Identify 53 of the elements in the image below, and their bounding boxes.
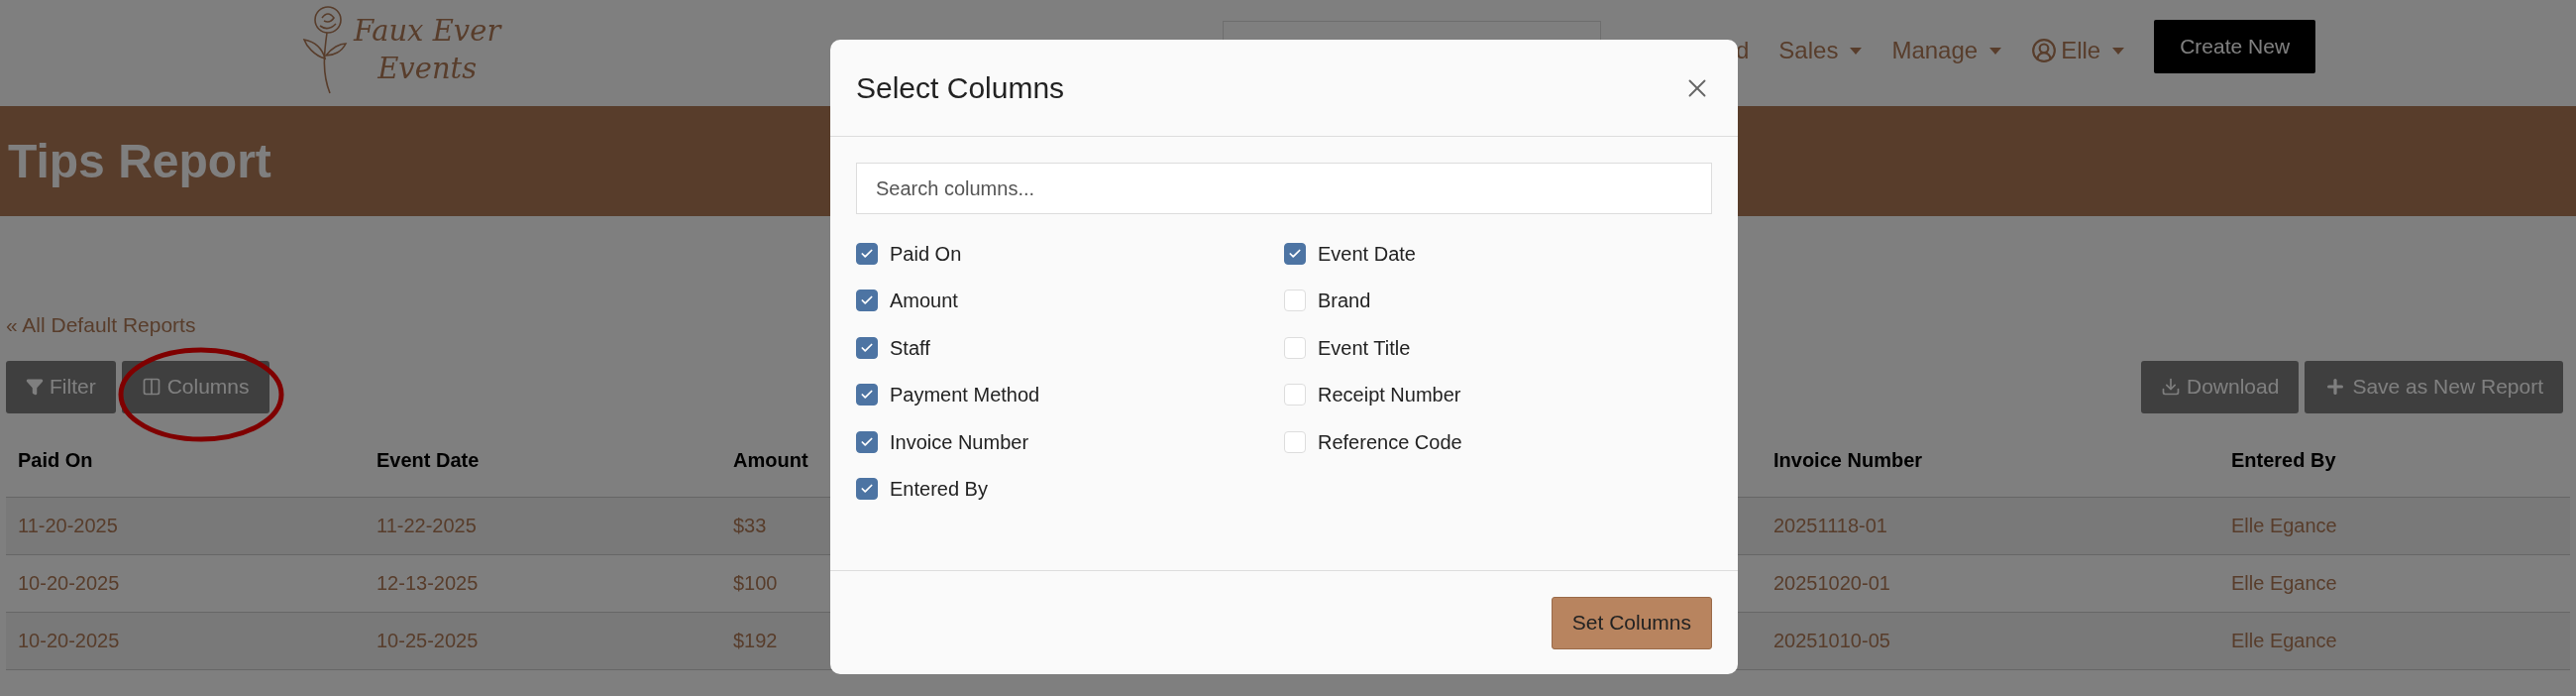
checkbox[interactable]	[856, 290, 878, 312]
caret-icon	[1850, 47, 1863, 55]
table-cell-text: 11-20-2025	[17, 514, 119, 538]
column-option[interactable]: Invoice Number	[856, 418, 1284, 466]
table-cell-text: 12-13-2025	[376, 571, 480, 596]
table-cell-text: Elle Egance	[2230, 514, 2338, 538]
table-cell-text: $192	[732, 629, 779, 653]
column-option[interactable]: Payment Method	[856, 371, 1284, 418]
column-option[interactable]: Staff	[856, 324, 1284, 372]
table-cell-text: Elle Egance	[2230, 629, 2338, 653]
download-icon	[2161, 377, 2181, 397]
set-columns-button[interactable]: Set Columns	[1551, 596, 1712, 649]
caret-icon	[2112, 47, 2125, 55]
checkbox[interactable]	[1284, 242, 1306, 265]
logo-text: Faux Ever	[354, 13, 501, 50]
table-cell-text: 20251010-05	[1772, 629, 1891, 653]
table-cell-text: 10-20-2025	[17, 629, 121, 653]
column-header: Invoice Number	[1772, 447, 1924, 473]
table-cell-text: $100	[732, 571, 779, 596]
table-cell-text: 20251118-01	[1772, 514, 1888, 538]
column-option[interactable]: Event Date	[1284, 230, 1712, 278]
column-header: Event Date	[376, 447, 481, 473]
page-title: Tips Report	[8, 133, 271, 189]
search-field[interactable]: Search columns...	[856, 163, 1712, 214]
column-option[interactable]: Entered By	[856, 465, 1284, 513]
column-option[interactable]: Amount	[856, 277, 1284, 324]
table-cell-text: 10-25-2025	[376, 629, 480, 653]
table-cell-text: 20251020-01	[1772, 571, 1891, 596]
create-new-button[interactable]: Create New	[2154, 20, 2316, 73]
table-cell-text: $33	[732, 514, 768, 538]
table-cell-text: Elle Egance	[2230, 571, 2338, 596]
table-cell-text: 10-20-2025	[17, 571, 121, 596]
column-option[interactable]: Brand	[1284, 277, 1712, 324]
checkbox[interactable]	[856, 430, 878, 453]
columns-icon	[141, 377, 161, 397]
rose-logo-icon	[300, 4, 350, 95]
column-option[interactable]: Reference Code	[1284, 418, 1712, 466]
checkbox[interactable]	[856, 384, 878, 406]
column-option[interactable]: Event Title	[1284, 324, 1712, 372]
checkbox[interactable]	[856, 336, 878, 359]
filter-icon	[26, 378, 44, 396]
checkbox[interactable]	[856, 478, 878, 501]
column-header: Amount	[732, 447, 809, 473]
column-header: Paid On	[17, 447, 94, 473]
modal-title: Select Columns	[856, 70, 1065, 106]
column-header: Entered By	[2230, 447, 2337, 473]
table-cell-text: 11-22-2025	[376, 514, 478, 538]
column-option[interactable]: Paid On	[856, 230, 1284, 278]
column-option[interactable]: Receipt Number	[1284, 371, 1712, 418]
logo-text: Events	[377, 51, 478, 87]
caret-icon	[1989, 47, 2002, 55]
user-icon	[2031, 38, 2058, 63]
checkbox[interactable]	[856, 242, 878, 265]
